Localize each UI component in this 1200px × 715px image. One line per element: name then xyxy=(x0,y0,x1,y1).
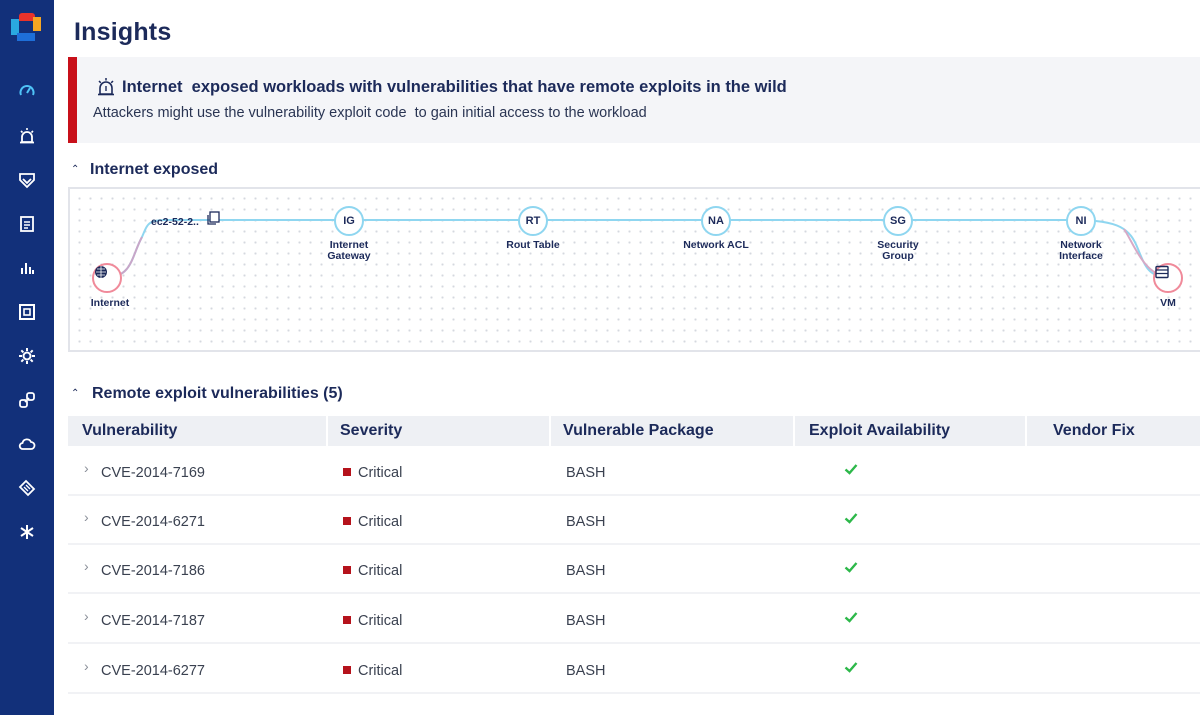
shield-icon[interactable] xyxy=(15,168,39,192)
globe-icon xyxy=(94,265,108,279)
alert-description: Attackers might use the vulnerability ex… xyxy=(93,105,647,121)
internet-label: Internet xyxy=(80,298,140,309)
alarm-icon[interactable] xyxy=(15,124,39,148)
dashboard-icon[interactable] xyxy=(15,79,39,103)
col-divider xyxy=(793,416,795,446)
table-row[interactable]: › CVE-2014-7186 Critical BASH xyxy=(68,548,1200,594)
critical-severity-icon xyxy=(343,468,351,476)
expand-chevron-icon[interactable]: › xyxy=(84,558,89,574)
check-icon xyxy=(843,609,859,625)
internet-exposed-heading[interactable]: Internet exposed xyxy=(90,161,218,179)
severity-value: Critical xyxy=(358,563,402,579)
table-header: Vulnerability Severity Vulnerable Packag… xyxy=(68,416,1200,446)
package-value: BASH xyxy=(566,465,606,481)
exposure-path-lines xyxy=(70,189,1200,354)
network-acl-label: Network ACL xyxy=(666,240,766,251)
package-value: BASH xyxy=(566,514,606,530)
vm-label: VM xyxy=(1148,298,1188,309)
alert-title: Internet exposed workloads with vulnerab… xyxy=(122,78,787,97)
frame-icon[interactable] xyxy=(15,300,39,324)
vulnerability-id[interactable]: CVE-2014-7169 xyxy=(101,465,205,481)
alarm-icon xyxy=(95,76,117,98)
collapse-caret-icon[interactable]: ⌃ xyxy=(71,388,79,399)
package-value: BASH xyxy=(566,613,606,629)
severity-value: Critical xyxy=(358,663,402,679)
col-divider xyxy=(1025,416,1027,446)
col-vulnerability[interactable]: Vulnerability xyxy=(82,422,177,440)
col-vulnerable-package[interactable]: Vulnerable Package xyxy=(563,422,714,440)
bar-chart-icon[interactable] xyxy=(15,256,39,280)
gear-icon[interactable] xyxy=(15,344,39,368)
remote-exploit-heading[interactable]: Remote exploit vulnerabilities (5) xyxy=(92,385,343,403)
collapse-caret-icon[interactable]: ⌃ xyxy=(71,164,79,175)
alert-severity-bar xyxy=(68,57,77,143)
critical-severity-icon xyxy=(343,616,351,624)
route-table-label: Rout Table xyxy=(483,240,583,251)
vulnerability-id[interactable]: CVE-2014-7187 xyxy=(101,613,205,629)
col-severity[interactable]: Severity xyxy=(340,422,402,440)
table-row[interactable]: › CVE-2014-7187 Critical BASH xyxy=(68,598,1200,644)
expand-chevron-icon[interactable]: › xyxy=(84,509,89,525)
security-group-node[interactable]: SG xyxy=(883,206,913,236)
insight-alert: Internet exposed workloads with vulnerab… xyxy=(68,57,1200,143)
app-logo[interactable] xyxy=(11,13,41,43)
col-divider xyxy=(326,416,328,446)
critical-severity-icon xyxy=(343,666,351,674)
check-icon xyxy=(843,461,859,477)
severity-value: Critical xyxy=(358,465,402,481)
vm-node[interactable] xyxy=(1153,263,1183,293)
table-row[interactable]: › CVE-2014-7169 Critical BASH xyxy=(68,450,1200,496)
internet-node[interactable] xyxy=(92,263,122,293)
route-table-node[interactable]: RT xyxy=(518,206,548,236)
table-row[interactable]: › CVE-2014-6277 Critical BASH xyxy=(68,648,1200,694)
ec2-endpoint-label: ec2-52-2.. xyxy=(151,216,199,228)
internet-gateway-label: InternetGateway xyxy=(309,240,389,262)
network-interface-label: NetworkInterface xyxy=(1041,240,1121,262)
expand-chevron-icon[interactable]: › xyxy=(84,658,89,674)
cloud-icon[interactable] xyxy=(15,432,39,456)
critical-severity-icon xyxy=(343,566,351,574)
expand-chevron-icon[interactable]: › xyxy=(84,608,89,624)
critical-severity-icon xyxy=(343,517,351,525)
server-icon xyxy=(1155,265,1169,279)
severity-value: Critical xyxy=(358,613,402,629)
network-interface-node[interactable]: NI xyxy=(1066,206,1096,236)
vulnerability-id[interactable]: CVE-2014-7186 xyxy=(101,563,205,579)
expand-chevron-icon[interactable]: › xyxy=(84,460,89,476)
link-icon[interactable] xyxy=(15,388,39,412)
exposure-path-diagram: Internet ec2-52-2.. IG InternetGateway R… xyxy=(68,187,1200,352)
security-group-label: SecurityGroup xyxy=(858,240,938,262)
internet-gateway-node[interactable]: IG xyxy=(334,206,364,236)
sidebar xyxy=(0,0,54,715)
check-icon xyxy=(843,659,859,675)
sparkle-icon[interactable] xyxy=(15,520,39,544)
col-divider xyxy=(549,416,551,446)
col-vendor-fix[interactable]: Vendor Fix xyxy=(1053,422,1135,440)
clipboard-icon[interactable] xyxy=(15,212,39,236)
table-row[interactable]: › CVE-2014-6271 Critical BASH xyxy=(68,499,1200,545)
col-exploit-availability[interactable]: Exploit Availability xyxy=(809,422,950,440)
vulnerability-id[interactable]: CVE-2014-6277 xyxy=(101,663,205,679)
page-title: Insights xyxy=(74,18,171,47)
vulnerability-id[interactable]: CVE-2014-6271 xyxy=(101,514,205,530)
main-content: Insights Internet exposed workloads with… xyxy=(54,0,1200,715)
severity-value: Critical xyxy=(358,514,402,530)
network-acl-node[interactable]: NA xyxy=(701,206,731,236)
tag-icon[interactable] xyxy=(15,476,39,500)
check-icon xyxy=(843,510,859,526)
package-value: BASH xyxy=(566,663,606,679)
package-value: BASH xyxy=(566,563,606,579)
check-icon xyxy=(843,559,859,575)
